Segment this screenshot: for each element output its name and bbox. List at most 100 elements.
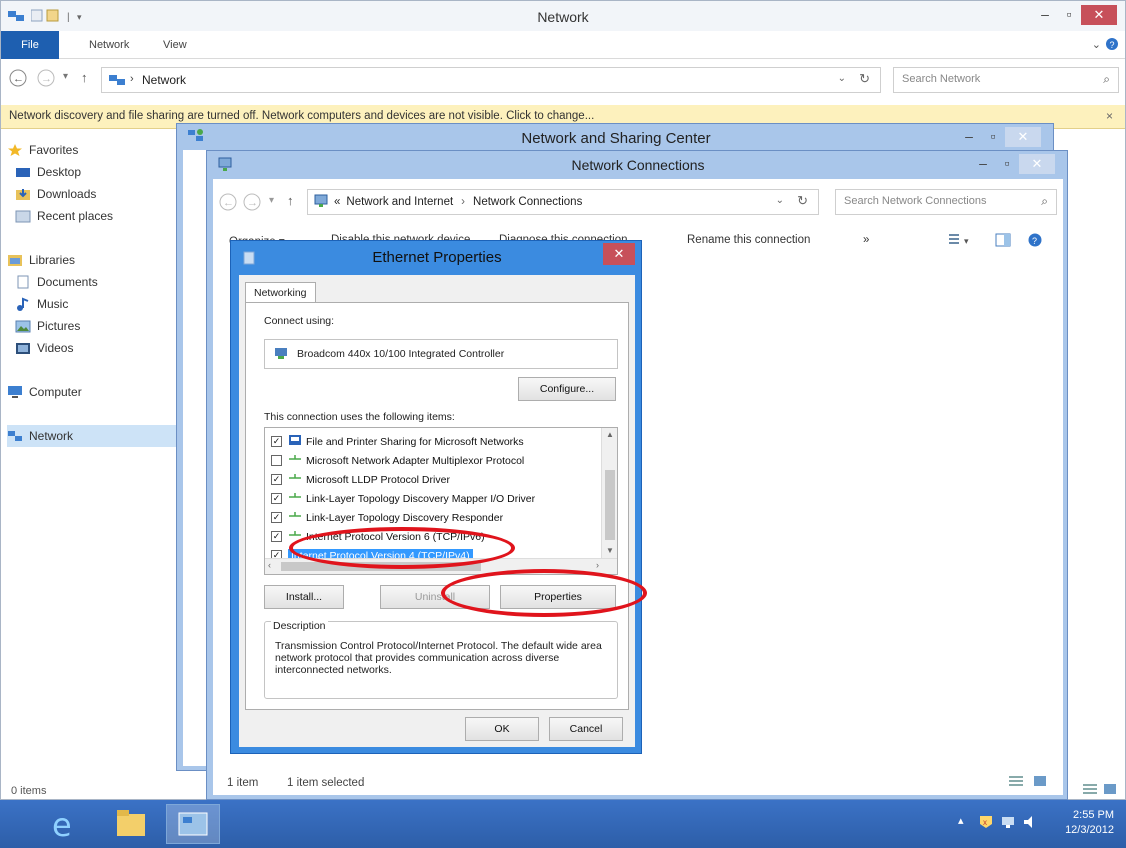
preview-pane-icon[interactable] xyxy=(995,232,1011,251)
search-icon[interactable]: ⌕ xyxy=(1041,194,1048,209)
scroll-right-icon[interactable]: › xyxy=(596,560,599,570)
nav-videos[interactable]: Videos xyxy=(7,337,179,359)
file-explorer-button[interactable] xyxy=(104,804,158,844)
protocol-icon xyxy=(288,473,302,486)
breadcrumb-network[interactable]: Network xyxy=(142,73,186,87)
help-icon[interactable]: ? xyxy=(1105,37,1119,54)
navigation-pane: Favorites Desktop Downloads Recent place… xyxy=(7,139,179,779)
nav-desktop[interactable]: Desktop xyxy=(7,161,179,183)
checkbox[interactable]: ✓ xyxy=(271,474,282,485)
search-placeholder: Search Network Connections xyxy=(844,195,987,207)
checkbox[interactable]: ✓ xyxy=(271,531,282,542)
close-button[interactable]: ✕ xyxy=(603,243,635,265)
internet-explorer-button[interactable]: e xyxy=(38,804,92,844)
list-item[interactable]: ✓ Link-Layer Topology Discovery Responde… xyxy=(265,508,601,527)
svg-text:▾: ▾ xyxy=(964,236,969,246)
action-center-icon[interactable]: x xyxy=(978,814,994,833)
scroll-up-icon[interactable]: ▲ xyxy=(606,430,614,439)
checkbox[interactable]: ✓ xyxy=(271,512,282,523)
up-icon[interactable]: ↑ xyxy=(287,193,294,208)
window-title: Network xyxy=(537,9,589,25)
nav-recent-places[interactable]: Recent places xyxy=(7,205,179,227)
details-view-icon[interactable] xyxy=(1083,783,1097,798)
list-item[interactable]: ✓ File and Printer Sharing for Microsoft… xyxy=(265,432,601,451)
minimize-button[interactable]: – xyxy=(957,128,981,146)
breadcrumb-overflow[interactable]: « xyxy=(334,196,340,208)
list-item[interactable]: ✓ Link-Layer Topology Discovery Mapper I… xyxy=(265,489,601,508)
nav-downloads[interactable]: Downloads xyxy=(7,183,179,205)
close-button[interactable]: ✕ xyxy=(1005,127,1041,147)
nav-favorites[interactable]: Favorites xyxy=(7,139,179,161)
address-dropdown-icon[interactable]: ⌄ xyxy=(838,73,846,84)
properties-highlight-annotation xyxy=(441,569,647,617)
nav-computer[interactable]: Computer xyxy=(7,381,179,403)
checkbox[interactable]: ✓ xyxy=(271,436,282,447)
nav-network[interactable]: Network xyxy=(7,425,179,447)
checkbox[interactable] xyxy=(271,455,282,466)
clock[interactable]: 2:55 PM 12/3/2012 xyxy=(1044,808,1114,838)
nav-music[interactable]: Music xyxy=(7,293,179,315)
maximize-button[interactable]: ▫ xyxy=(1057,6,1081,24)
tab-view[interactable]: View xyxy=(163,39,187,51)
forward-icon[interactable]: → xyxy=(37,69,55,90)
configure-button[interactable]: Configure... xyxy=(518,377,616,401)
recent-locations-icon[interactable]: ▾ xyxy=(63,71,68,82)
nav-favorites-label: Favorites xyxy=(29,143,79,157)
large-icons-view-icon[interactable] xyxy=(1103,783,1117,798)
checkbox[interactable]: ✓ xyxy=(271,493,282,504)
address-bar[interactable]: › Network ⌄ ↻ xyxy=(101,67,881,93)
refresh-icon[interactable]: ↻ xyxy=(797,193,808,209)
list-item[interactable]: ✓ Microsoft LLDP Protocol Driver xyxy=(265,470,601,489)
nav-libraries[interactable]: Libraries xyxy=(7,249,179,271)
forward-icon[interactable]: → xyxy=(243,193,261,214)
help-icon[interactable]: ? xyxy=(1027,232,1043,251)
recent-locations-icon[interactable]: ▾ xyxy=(269,195,274,206)
close-button[interactable]: ✕ xyxy=(1081,5,1117,25)
search-network-connections-input[interactable]: Search Network Connections ⌕ xyxy=(835,189,1057,215)
up-icon[interactable]: ↑ xyxy=(81,70,88,85)
more-commands-button[interactable]: » xyxy=(863,234,869,246)
scroll-down-icon[interactable]: ▼ xyxy=(606,546,614,555)
address-bar[interactable]: « Network and Internet › Network Connect… xyxy=(307,189,819,215)
scroll-left-icon[interactable]: ‹ xyxy=(268,560,271,570)
maximize-button[interactable]: ▫ xyxy=(995,155,1019,173)
nav-music-label: Music xyxy=(37,297,69,311)
show-hidden-icons[interactable]: ▴ xyxy=(958,814,964,827)
nav-documents[interactable]: Documents xyxy=(7,271,179,293)
volume-icon[interactable] xyxy=(1022,814,1038,833)
minimize-button[interactable]: – xyxy=(1033,6,1057,24)
address-dropdown-icon[interactable]: ⌄ xyxy=(776,195,784,206)
nav-pictures[interactable]: Pictures xyxy=(7,315,179,337)
large-icons-view-icon[interactable] xyxy=(1033,775,1047,790)
back-icon[interactable]: ← xyxy=(9,69,27,90)
nav-desktop-label: Desktop xyxy=(37,165,82,179)
search-network-input[interactable]: Search Network ⌕ xyxy=(893,67,1119,93)
close-button[interactable]: ✕ xyxy=(1019,154,1055,174)
minimize-button[interactable]: – xyxy=(971,155,995,173)
scroll-thumb[interactable] xyxy=(605,470,615,540)
file-sharing-icon xyxy=(288,433,302,450)
change-view-icon[interactable]: ▾ xyxy=(949,232,975,251)
details-view-icon[interactable] xyxy=(1009,775,1023,790)
vertical-scrollbar[interactable]: ▲ ▼ xyxy=(601,428,617,558)
cancel-button[interactable]: Cancel xyxy=(549,717,623,741)
description-label: Description xyxy=(271,620,328,632)
rename-connection-button[interactable]: Rename this connection xyxy=(687,234,810,246)
banner-text[interactable]: Network discovery and file sharing are t… xyxy=(9,110,594,122)
network-tray-icon[interactable] xyxy=(1000,814,1016,833)
search-icon[interactable]: ⌕ xyxy=(1103,72,1110,87)
ribbon-expand-icon[interactable]: ⌄ xyxy=(1092,38,1101,51)
breadcrumb-network-connections[interactable]: Network Connections xyxy=(473,196,582,208)
back-icon[interactable]: ← xyxy=(219,193,237,214)
breadcrumb-network-and-internet[interactable]: Network and Internet xyxy=(346,196,453,208)
install-button[interactable]: Install... xyxy=(264,585,344,609)
list-item[interactable]: Microsoft Network Adapter Multiplexor Pr… xyxy=(265,451,601,470)
maximize-button[interactable]: ▫ xyxy=(981,128,1005,146)
tab-network[interactable]: Network xyxy=(89,39,129,51)
banner-close-icon[interactable]: × xyxy=(1106,109,1113,123)
refresh-icon[interactable]: ↻ xyxy=(859,71,870,87)
control-panel-button[interactable] xyxy=(166,804,220,844)
tab-networking[interactable]: Networking xyxy=(245,282,316,303)
ok-button[interactable]: OK xyxy=(465,717,539,741)
file-tab[interactable]: File xyxy=(1,31,59,59)
